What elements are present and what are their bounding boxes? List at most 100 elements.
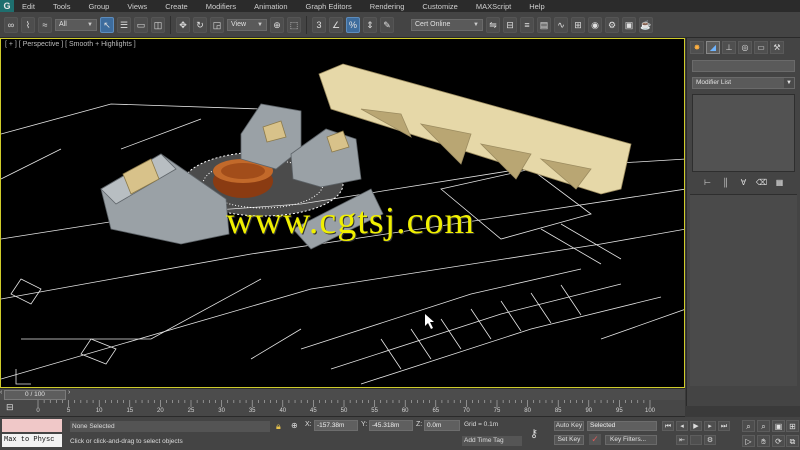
pan-view-icon[interactable]: ✋︎ [757, 435, 770, 447]
menu-rendering[interactable]: Rendering [362, 2, 415, 11]
window-crossing-icon[interactable]: ◫ [151, 16, 165, 33]
angle-snap-icon[interactable]: ∠ [329, 16, 343, 33]
modifier-list-dropdown[interactable]: Modifier List ▼ [692, 77, 795, 89]
render-production-icon[interactable]: ☕ [639, 16, 653, 33]
current-frame-field[interactable] [690, 435, 702, 445]
maxscript-listener-field[interactable] [2, 419, 62, 432]
schematic-view-icon[interactable]: ⊞ [571, 16, 585, 33]
menu-edit[interactable]: Edit [14, 2, 45, 11]
move-icon[interactable]: ✥ [176, 16, 190, 33]
auto-key-button[interactable]: Auto Key [554, 421, 584, 431]
x-coordinate-field[interactable]: -157.38m [314, 420, 358, 431]
key-mode-toggle-icon[interactable]: ⇤ [676, 435, 688, 445]
menu-create[interactable]: Create [157, 2, 198, 11]
menu-modifiers[interactable]: Modifiers [198, 2, 246, 11]
hierarchy-icon[interactable]: ⊥ [722, 41, 736, 54]
modifier-stack[interactable] [692, 94, 795, 172]
orbit-icon[interactable]: ⟳ [772, 435, 785, 447]
create-icon[interactable]: ✸ [690, 41, 704, 54]
maximize-viewport-icon[interactable]: ⧉ [786, 435, 799, 447]
rectangular-selection-icon[interactable]: ▭ [134, 16, 148, 33]
zoom-extents-all-icon[interactable]: ⊞ [786, 420, 799, 432]
scale-icon[interactable]: ◲ [210, 16, 224, 33]
bind-space-warp-icon[interactable]: ≈ [38, 16, 52, 33]
utilities-icon[interactable]: ⚒ [770, 41, 784, 54]
frame-tick-label: 95 [616, 408, 623, 414]
next-frame-button-icon[interactable]: ▸ [704, 421, 716, 431]
make-unique-icon[interactable]: ∀ [738, 177, 750, 188]
mirror-icon[interactable]: ⇋ [486, 16, 500, 33]
previous-frame-icon[interactable]: ◂ [676, 421, 688, 431]
select-object-icon[interactable]: ↖ [100, 16, 114, 33]
app-logo-icon[interactable]: G [0, 0, 14, 12]
status-bar: Max to Physc None Selected Click or clic… [0, 417, 800, 450]
graphite-ribbon-icon[interactable]: ▤ [537, 16, 551, 33]
show-end-result-icon[interactable]: ║ [720, 177, 732, 188]
grid-size-readout: Grid = 0.1m [464, 421, 499, 428]
viewport-label[interactable]: [ + ] [ Perspective ] [ Smooth + Highlig… [5, 41, 136, 48]
prev-frame-icon[interactable]: ‹ [0, 389, 2, 396]
edit-named-selection-icon[interactable]: ✎ [380, 16, 394, 33]
zoom-all-icon[interactable]: ⌕ [757, 420, 770, 432]
named-selection-dropdown[interactable]: Cert Online ▼ [411, 18, 483, 31]
key-filters-button[interactable]: Key Filters... [605, 435, 657, 445]
add-time-tag-button[interactable]: Add Time Tag [462, 436, 522, 446]
align-icon[interactable]: ⊟ [503, 16, 517, 33]
menu-help[interactable]: Help [521, 2, 554, 11]
pivot-center-icon[interactable]: ⊕ [270, 16, 284, 33]
selection-lock-icon[interactable]: 🔒︎ [276, 421, 286, 431]
select-by-name-icon[interactable]: ☰ [117, 16, 131, 33]
unlink-icon[interactable]: ⌇ [21, 16, 35, 33]
select-manipulate-icon[interactable]: ⬚ [287, 16, 301, 33]
menu-customize[interactable]: Customize [414, 2, 467, 11]
modify-icon[interactable]: ◢ [706, 41, 720, 54]
zoom-icon[interactable]: ⌕ [742, 420, 755, 432]
menu-views[interactable]: Views [119, 2, 157, 11]
rotate-icon[interactable]: ↻ [193, 16, 207, 33]
time-configuration-icon[interactable]: ⚙ [704, 435, 716, 445]
motion-icon[interactable]: ◎ [738, 41, 752, 54]
time-slider[interactable]: ‹ 0 / 100 › [0, 388, 685, 400]
menu-animation[interactable]: Animation [246, 2, 297, 11]
menu-maxscript[interactable]: MAXScript [468, 2, 521, 11]
menu-tools[interactable]: Tools [45, 2, 81, 11]
layer-manager-icon[interactable]: ≡ [520, 16, 534, 33]
menu-graph-editors[interactable]: Graph Editors [298, 2, 362, 11]
set-key-button[interactable]: Set Key [554, 435, 584, 445]
object-name-field[interactable] [692, 60, 795, 72]
key-mode-dropdown[interactable]: Selected [587, 421, 657, 431]
display-icon[interactable]: ▭ [754, 41, 768, 54]
key-mode-icon[interactable]: ⚷ [530, 427, 538, 440]
maxscript-mini-listener[interactable]: Max to Physc [2, 434, 62, 447]
y-coordinate-field[interactable]: -45.318m [369, 420, 413, 431]
pin-stack-icon[interactable]: ⊢ [702, 177, 714, 188]
field-of-view-icon[interactable]: ▷ [742, 435, 755, 447]
zoom-extents-icon[interactable]: ▣ [772, 420, 785, 432]
play-icon[interactable]: ▶ [690, 421, 702, 431]
absolute-mode-icon[interactable]: ⊕ [291, 421, 301, 431]
selection-filter-dropdown[interactable]: All ▼ [55, 18, 97, 31]
spinner-snap-icon[interactable]: ⇕ [363, 16, 377, 33]
go-to-end-icon[interactable]: ⏭ [718, 421, 730, 431]
frame-tick-label: 80 [524, 408, 531, 414]
remove-modifier-icon[interactable]: ⌫ [756, 177, 768, 188]
command-panel-tabs: ✸ ◢ ⊥ ◎ ▭ ⚒ [687, 38, 800, 56]
material-editor-icon[interactable]: ◉ [588, 16, 602, 33]
command-panel: ✸ ◢ ⊥ ◎ ▭ ⚒ Modifier List ▼ ⊢ ║ ∀ ⌫ ▦ [686, 38, 800, 406]
track-bar[interactable]: ⊟ 0 5 10 15 20 25 30 35 40 45 50 55 60 65 70 75 80 85 90 95… [0, 400, 685, 417]
time-slider-thumb[interactable]: 0 / 100 [4, 390, 66, 400]
menu-group[interactable]: Group [80, 2, 119, 11]
reference-coord-dropdown[interactable]: View ▼ [227, 18, 267, 31]
set-keys-icon[interactable]: ✓ [589, 434, 601, 445]
z-coordinate-field[interactable]: 0.0m [424, 420, 460, 431]
perspective-viewport[interactable]: [ + ] [ Perspective ] [ Smooth + Highlig… [0, 38, 685, 388]
curve-editor-icon[interactable]: ∿ [554, 16, 568, 33]
rendered-frame-window-icon[interactable]: ▣ [622, 16, 636, 33]
go-to-start-icon[interactable]: ⏮ [662, 421, 674, 431]
link-icon[interactable]: ∞ [4, 16, 18, 33]
render-setup-icon[interactable]: ⚙ [605, 16, 619, 33]
percent-snap-icon[interactable]: % [346, 16, 360, 33]
next-frame-icon[interactable]: › [68, 389, 70, 396]
configure-modifier-sets-icon[interactable]: ▦ [774, 177, 786, 188]
snap-toggle-icon[interactable]: 3 [312, 16, 326, 33]
